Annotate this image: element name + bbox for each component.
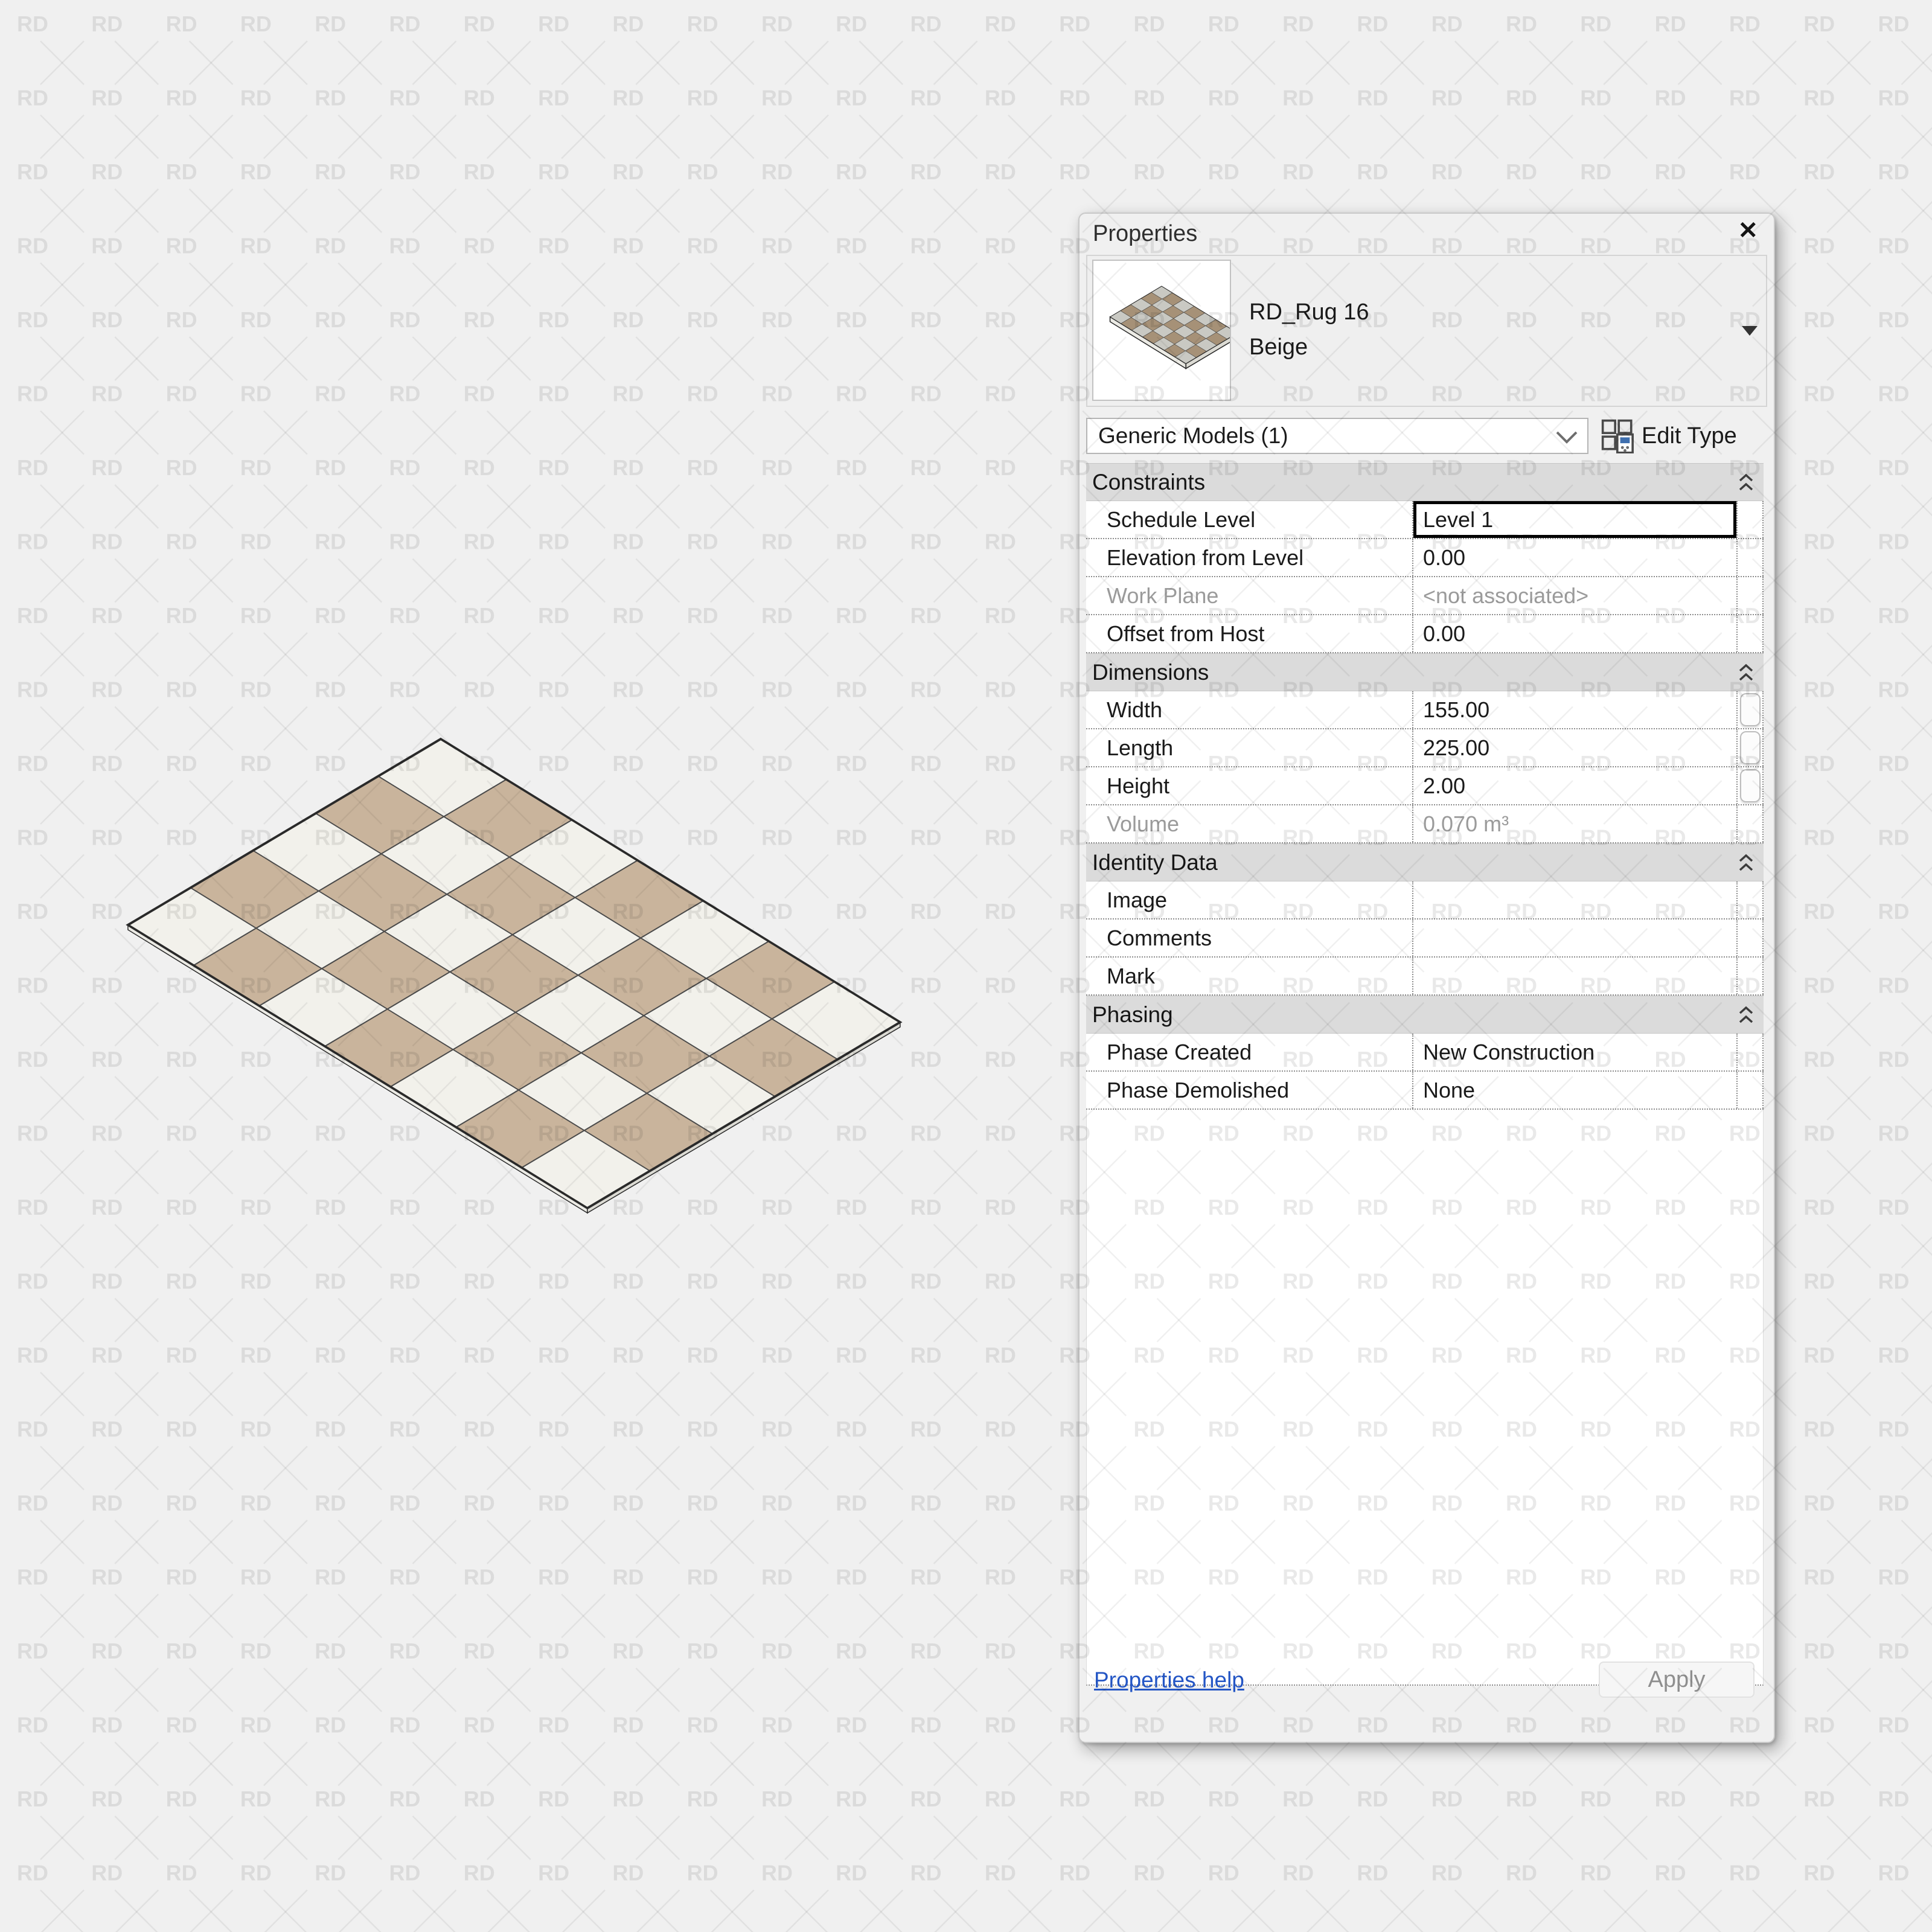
property-value[interactable]: 225.00: [1412, 729, 1736, 766]
property-name: Volume: [1107, 811, 1180, 836]
property-grid-empty-area: [1086, 1110, 1764, 1686]
apply-button[interactable]: Apply: [1599, 1662, 1754, 1698]
category-dropdown-value: Generic Models (1): [1098, 423, 1288, 448]
property-row-phase-demolished: Phase Demolished None: [1086, 1072, 1764, 1110]
property-value[interactable]: [1412, 958, 1736, 994]
property-value[interactable]: None: [1412, 1072, 1736, 1108]
row-end-cell: [1736, 920, 1764, 956]
property-row-work-plane: Work Plane <not associated>: [1086, 577, 1764, 615]
row-end-cell: [1736, 615, 1764, 652]
property-name: Schedule Level: [1107, 507, 1256, 532]
section-title: Dimensions: [1092, 659, 1209, 685]
property-row-phase-created: Phase Created New Construction: [1086, 1034, 1764, 1072]
property-row-volume: Volume 0.070 m³: [1086, 805, 1764, 843]
category-row: Generic Models (1) Edit Type: [1086, 418, 1770, 454]
type-name: Beige: [1249, 334, 1308, 360]
associate-parameter-button[interactable]: [1739, 693, 1761, 726]
row-end-cell: [1736, 958, 1764, 994]
section-header-constraints[interactable]: Constraints: [1086, 463, 1764, 501]
edit-type-label: Edit Type: [1642, 423, 1737, 449]
property-row-width: Width 155.00: [1086, 691, 1764, 729]
edit-type-button[interactable]: Edit Type: [1601, 417, 1770, 455]
property-value[interactable]: 2.00: [1412, 767, 1736, 804]
property-row-offset-from-host: Offset from Host 0.00: [1086, 615, 1764, 653]
row-end-cell: [1736, 501, 1764, 538]
property-value[interactable]: New Construction: [1412, 1034, 1736, 1070]
collapse-section-icon[interactable]: [1737, 662, 1755, 683]
property-value[interactable]: 0.00: [1412, 615, 1736, 652]
property-row-schedule-level: Schedule Level Level 1: [1086, 501, 1764, 539]
property-row-mark: Mark: [1086, 958, 1764, 996]
collapse-section-icon[interactable]: [1737, 1005, 1755, 1025]
associate-parameter-button[interactable]: [1739, 731, 1761, 764]
section-title: Constraints: [1092, 469, 1206, 494]
row-end-cell: [1736, 805, 1764, 842]
property-name: Comments: [1107, 925, 1212, 950]
panel-title: Properties: [1093, 221, 1198, 246]
property-value[interactable]: 0.00: [1412, 539, 1736, 576]
chevron-down-icon: [1556, 431, 1578, 444]
property-value: 0.070 m³: [1412, 805, 1736, 842]
row-end-cell: [1736, 691, 1764, 728]
section-header-dimensions[interactable]: Dimensions: [1086, 653, 1764, 691]
property-value[interactable]: [1412, 881, 1736, 918]
property-name: Work Plane: [1107, 583, 1219, 608]
row-end-cell: [1736, 1072, 1764, 1108]
property-name: Width: [1107, 697, 1163, 722]
property-name: Height: [1107, 773, 1170, 798]
property-name: Image: [1107, 887, 1168, 912]
properties-help-link[interactable]: Properties help: [1094, 1668, 1244, 1693]
property-name: Length: [1107, 735, 1174, 760]
section-title: Identity Data: [1092, 849, 1218, 875]
property-value: <not associated>: [1412, 577, 1736, 614]
property-value[interactable]: 155.00: [1412, 691, 1736, 728]
section-title: Phasing: [1092, 1002, 1173, 1027]
row-end-cell: [1736, 767, 1764, 804]
type-selector-dropdown-icon[interactable]: [1742, 326, 1758, 336]
property-row-image: Image: [1086, 881, 1764, 920]
type-preview-rug: [1109, 286, 1230, 369]
collapse-section-icon[interactable]: [1737, 472, 1755, 493]
close-icon[interactable]: ✕: [1738, 219, 1758, 243]
properties-panel: Properties ✕ RD_Rug 16 Beige Generic Mod…: [1078, 213, 1775, 1743]
associate-parameter-button[interactable]: [1739, 769, 1761, 802]
section-header-phasing[interactable]: Phasing: [1086, 996, 1764, 1034]
property-name: Phase Created: [1107, 1039, 1252, 1064]
type-selector[interactable]: RD_Rug 16 Beige: [1086, 255, 1767, 407]
property-name: Mark: [1107, 963, 1155, 988]
family-name: RD_Rug 16: [1249, 299, 1369, 325]
collapse-section-icon[interactable]: [1737, 852, 1755, 873]
property-row-elevation-from-level: Elevation from Level 0.00: [1086, 539, 1764, 577]
property-row-comments: Comments: [1086, 920, 1764, 958]
property-row-height: Height 2.00: [1086, 767, 1764, 805]
property-grid: Constraints Schedule Level Level 1 Elevatio…: [1086, 463, 1764, 1686]
property-value[interactable]: [1412, 920, 1736, 956]
row-end-cell: [1736, 577, 1764, 614]
section-header-identity-data[interactable]: Identity Data: [1086, 843, 1764, 881]
row-end-cell: [1736, 539, 1764, 576]
property-value[interactable]: Level 1: [1412, 501, 1736, 538]
row-end-cell: [1736, 881, 1764, 918]
property-name: Elevation from Level: [1107, 545, 1304, 570]
property-name: Offset from Host: [1107, 621, 1265, 646]
property-row-length: Length 225.00: [1086, 729, 1764, 767]
property-name: Phase Demolished: [1107, 1077, 1290, 1102]
type-preview-image: [1092, 260, 1231, 401]
row-end-cell: [1736, 729, 1764, 766]
edit-type-icon: [1601, 419, 1634, 453]
row-end-cell: [1736, 1034, 1764, 1070]
category-dropdown[interactable]: Generic Models (1): [1086, 418, 1588, 454]
